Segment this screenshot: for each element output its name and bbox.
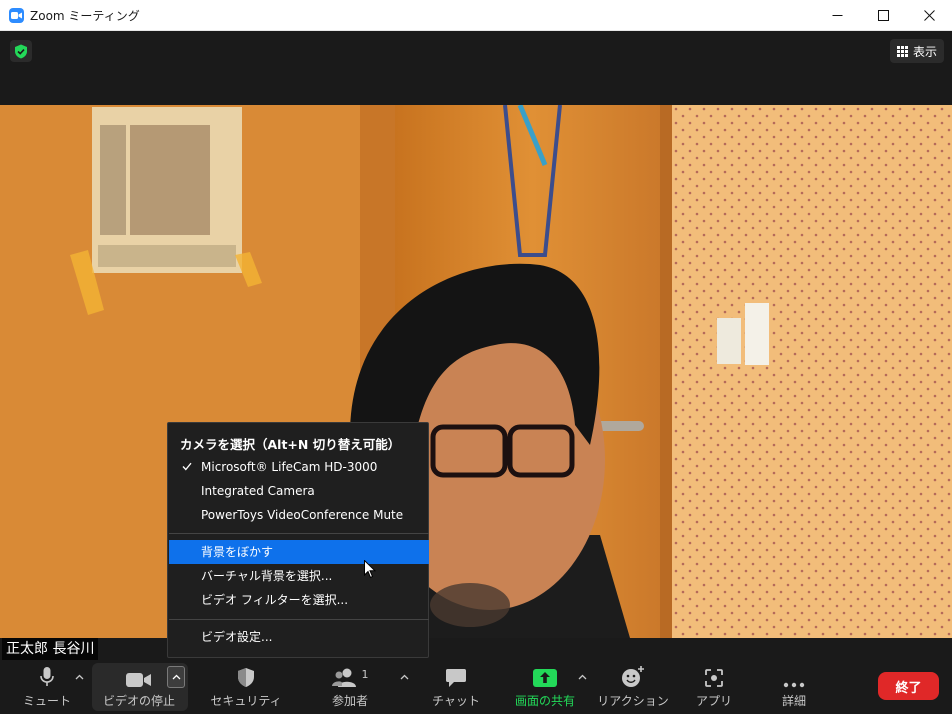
- more-dots-icon: [783, 660, 805, 690]
- camera-option-integrated[interactable]: Integrated Camera: [169, 479, 429, 503]
- apps-icon: [704, 660, 724, 690]
- view-button-label: 表示: [912, 44, 937, 59]
- video-feed: [0, 105, 952, 638]
- title-bar: Zoom ミーティング: [0, 0, 952, 31]
- video-camera-icon: [126, 660, 152, 690]
- share-screen-button[interactable]: 画面の共有: [508, 660, 582, 714]
- camera-select-menu: カメラを選択（Alt+N 切り替え可能） Microsoft® LifeCam …: [167, 422, 429, 658]
- camera-option-label: Integrated Camera: [201, 484, 315, 498]
- participants-count: 1: [361, 668, 369, 681]
- mouse-cursor-icon: [364, 559, 377, 583]
- participants-options-chevron-icon[interactable]: [397, 670, 411, 684]
- checkmark-icon: [182, 455, 192, 479]
- apps-label: アプリ: [695, 694, 732, 708]
- menu-item-label: ビデオ設定...: [201, 630, 273, 644]
- window-title: Zoom ミーティング: [30, 9, 140, 23]
- smiley-plus-icon: [621, 660, 645, 690]
- chat-bubble-icon: [445, 660, 467, 690]
- video-filter-option[interactable]: ビデオ フィルターを選択...: [169, 588, 429, 612]
- chat-label: チャット: [432, 694, 480, 708]
- meeting-top-bar: 表示: [0, 31, 952, 105]
- more-label: 詳細: [781, 694, 806, 708]
- close-button[interactable]: [906, 0, 952, 31]
- blur-background-option[interactable]: 背景をぼかす: [169, 540, 429, 564]
- menu-divider: [169, 533, 429, 534]
- camera-option-lifecam[interactable]: Microsoft® LifeCam HD-3000: [169, 455, 429, 479]
- reactions-button[interactable]: リアクション: [597, 660, 669, 714]
- chat-button[interactable]: チャット: [428, 660, 484, 714]
- menu-item-label: ビデオ フィルターを選択...: [201, 593, 349, 607]
- video-settings-option[interactable]: ビデオ設定...: [169, 625, 429, 649]
- mute-label: ミュート: [22, 694, 71, 708]
- reactions-label: リアクション: [597, 694, 669, 708]
- meeting-toolbar: ミュート ビデオの停止 セキュリティ 1 参加者 チャット 画面の共有 リアクシ…: [0, 660, 952, 714]
- encryption-shield-icon[interactable]: [10, 40, 32, 62]
- stop-video-label: ビデオの停止: [102, 694, 175, 708]
- virtual-background-option[interactable]: バーチャル背景を選択...: [169, 564, 429, 588]
- participant-name-label: 正太郎 長谷川: [2, 638, 99, 660]
- camera-menu-header: カメラを選択（Alt+N 切り替え可能）: [180, 437, 401, 452]
- camera-option-powertoys[interactable]: PowerToys VideoConference Mute: [169, 503, 429, 527]
- menu-item-label: 背景をぼかす: [201, 545, 274, 559]
- more-button[interactable]: 詳細: [770, 660, 818, 714]
- menu-item-label: バーチャル背景を選択...: [201, 569, 333, 583]
- shield-icon: [237, 660, 255, 690]
- participants-button[interactable]: 1 参加者: [318, 660, 382, 714]
- grid-icon: [896, 45, 908, 57]
- participants-icon: 1: [331, 660, 369, 690]
- security-button[interactable]: セキュリティ: [210, 660, 282, 714]
- menu-divider: [169, 619, 429, 620]
- share-options-chevron-icon[interactable]: [575, 670, 589, 684]
- zoom-logo-icon: [9, 8, 24, 23]
- video-bottom-strip: [0, 638, 952, 662]
- camera-option-label: PowerToys VideoConference Mute: [201, 508, 404, 522]
- end-meeting-button[interactable]: 終了: [878, 672, 939, 700]
- apps-button[interactable]: アプリ: [690, 660, 738, 714]
- video-options-chevron-icon[interactable]: [167, 666, 185, 688]
- share-screen-icon: [533, 660, 557, 690]
- camera-option-label: Microsoft® LifeCam HD-3000: [201, 460, 378, 474]
- audio-options-chevron-icon[interactable]: [72, 670, 86, 684]
- view-button[interactable]: 表示: [889, 39, 944, 63]
- participants-label: 参加者: [331, 694, 368, 708]
- maximize-button[interactable]: [860, 0, 906, 31]
- calendar-poster: [92, 107, 242, 273]
- share-screen-label: 画面の共有: [514, 694, 575, 708]
- security-label: セキュリティ: [210, 694, 282, 708]
- mute-button[interactable]: ミュート: [20, 660, 74, 714]
- minimize-button[interactable]: [814, 0, 860, 31]
- microphone-icon: [39, 660, 55, 690]
